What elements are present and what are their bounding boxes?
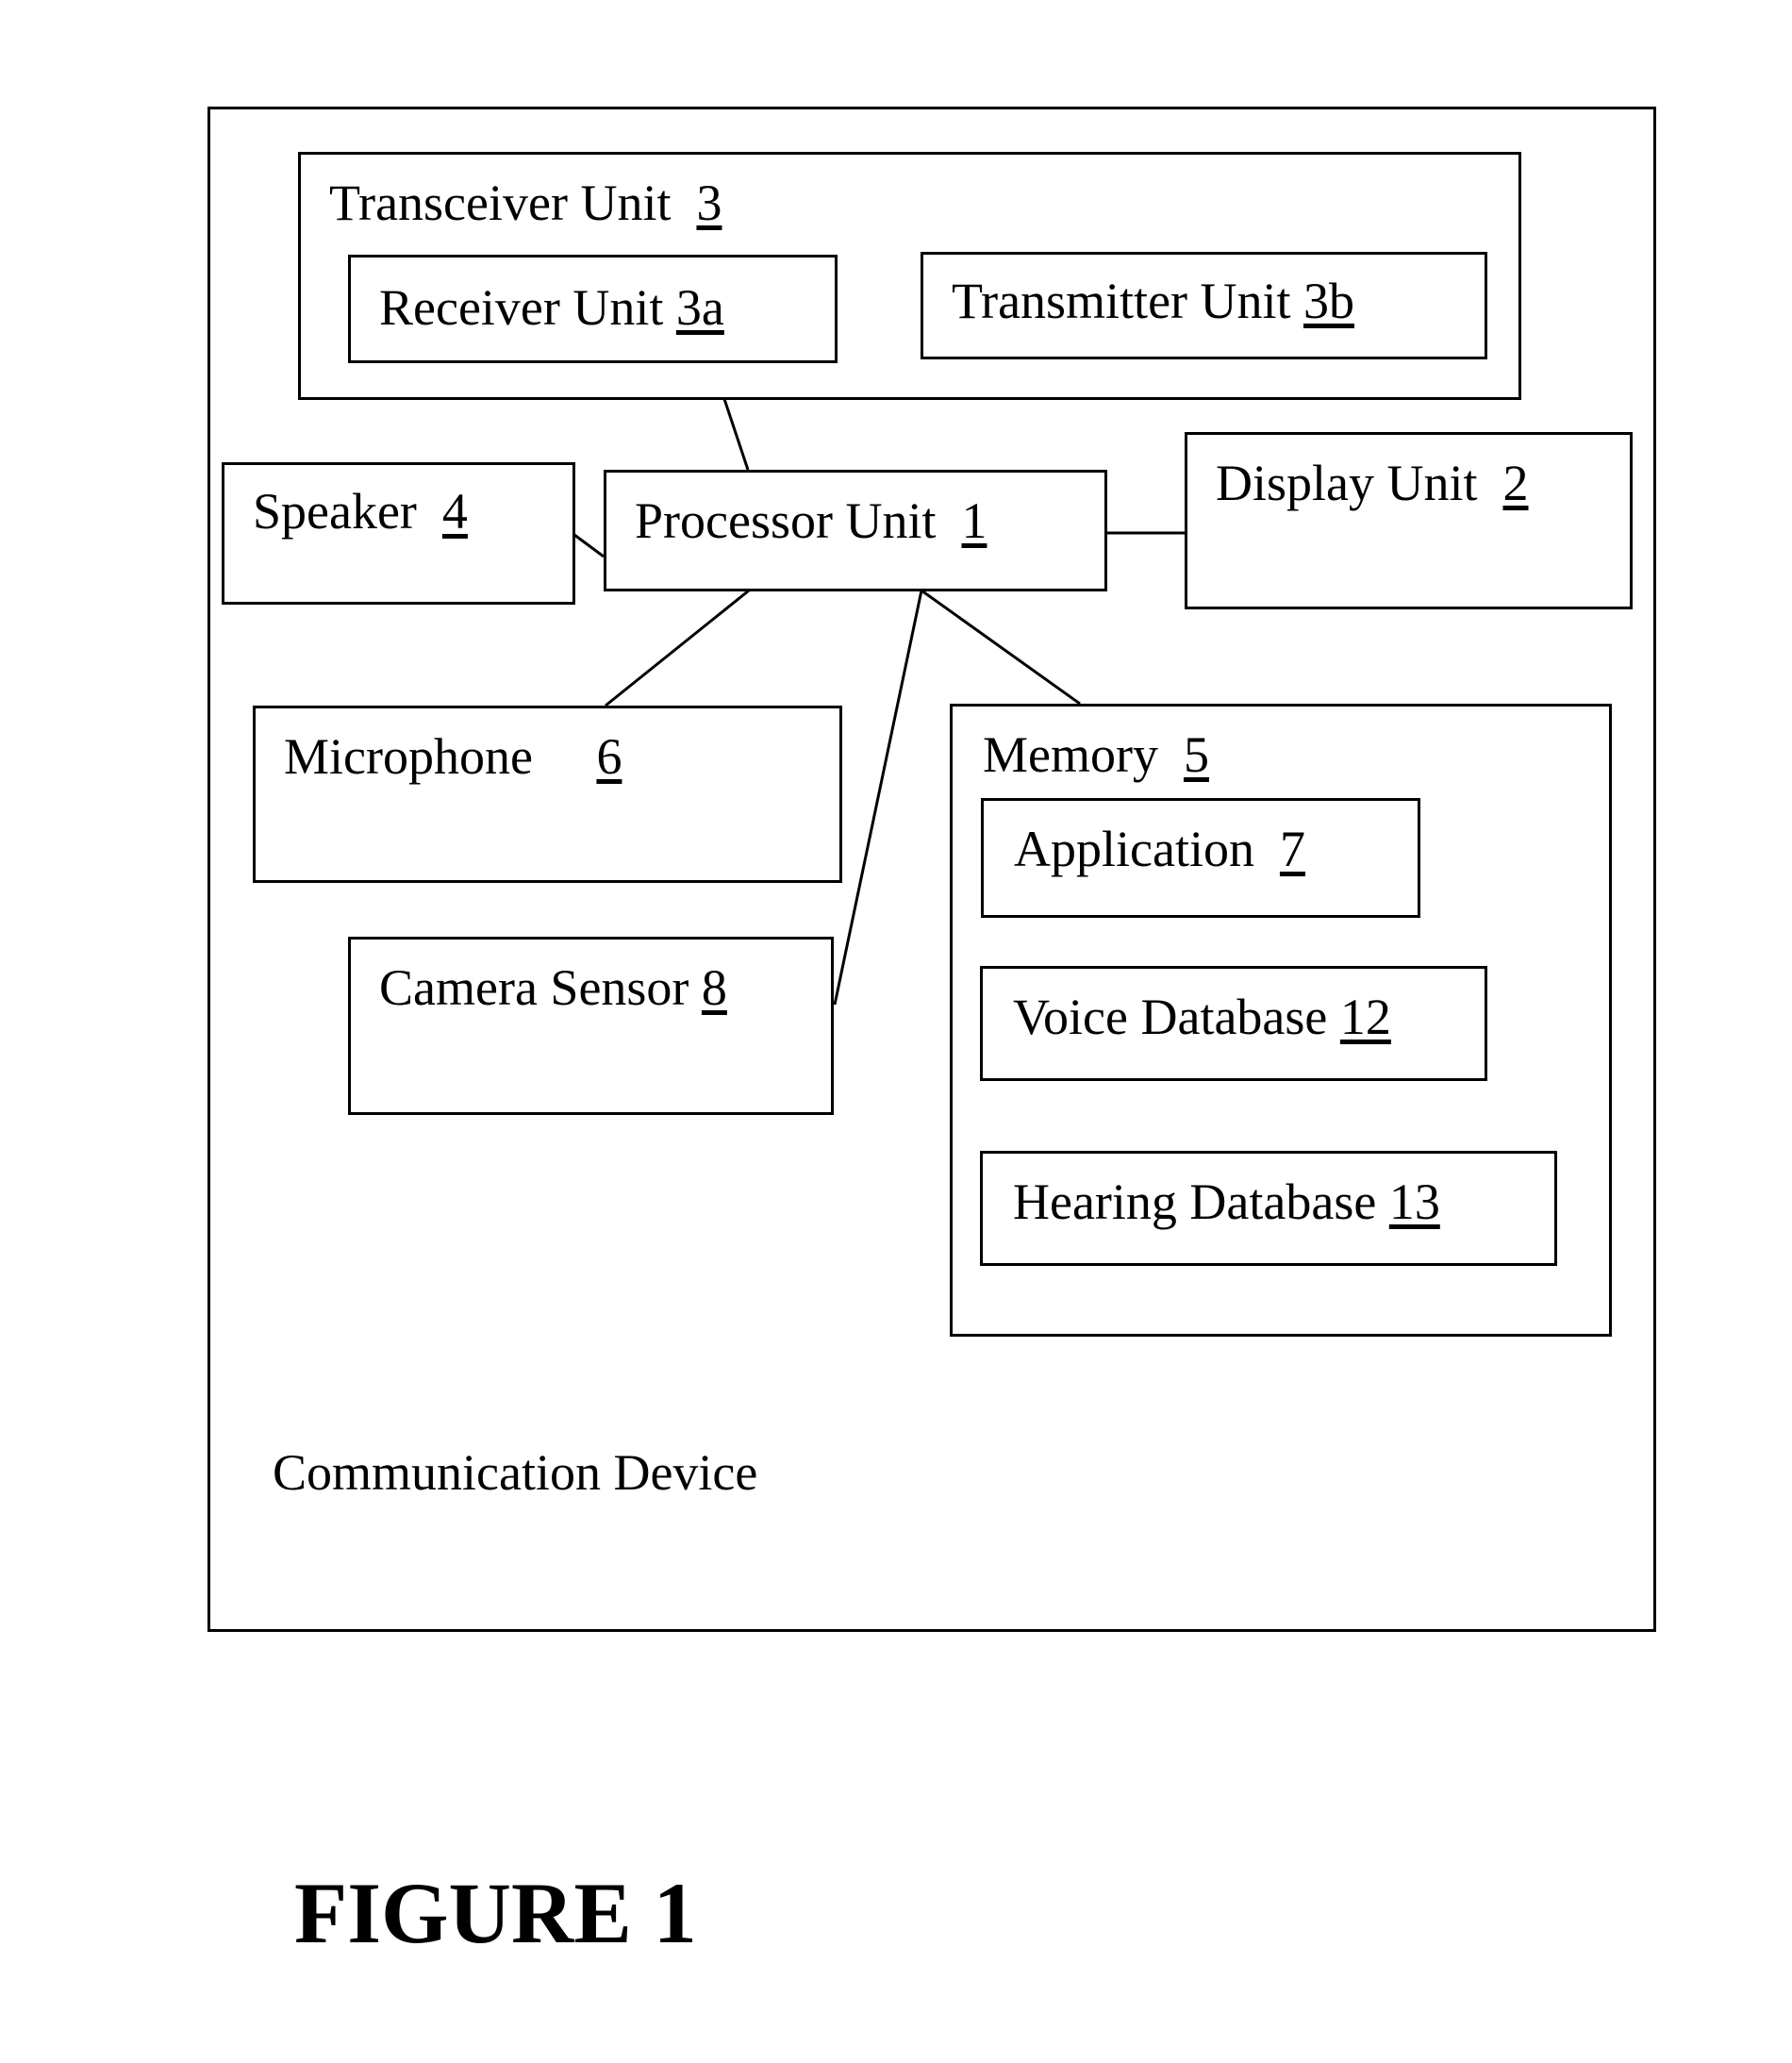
voice-db-label: Voice Database 12 <box>1013 991 1391 1042</box>
application-name: Application <box>1014 821 1254 877</box>
memory-ref: 5 <box>1183 726 1209 783</box>
display-label: Display Unit 2 <box>1216 458 1529 508</box>
microphone-block: Microphone 6 <box>253 706 842 883</box>
memory-label: Memory 5 <box>983 729 1209 780</box>
application-block: Application 7 <box>981 798 1420 918</box>
speaker-name: Speaker <box>253 483 417 540</box>
transceiver-ref: 3 <box>696 175 722 231</box>
speaker-label: Speaker 4 <box>253 486 468 537</box>
hearing-db-name: Hearing Database <box>1013 1173 1377 1230</box>
camera-label: Camera Sensor 8 <box>379 962 727 1013</box>
figure-caption: FIGURE 1 <box>294 1865 697 1961</box>
voice-database-block: Voice Database 12 <box>980 966 1487 1081</box>
transmitter-name: Transmitter Unit <box>952 273 1291 329</box>
transceiver-name: Transceiver Unit <box>329 175 672 231</box>
application-ref: 7 <box>1279 821 1305 877</box>
speaker-ref: 4 <box>441 483 468 540</box>
microphone-name: Microphone <box>284 728 533 785</box>
processor-unit-block: Processor Unit 1 <box>604 470 1107 591</box>
microphone-label: Microphone 6 <box>284 731 622 782</box>
transmitter-label: Transmitter Unit 3b <box>952 275 1354 326</box>
voice-db-name: Voice Database <box>1013 989 1328 1045</box>
display-ref: 2 <box>1502 455 1529 511</box>
receiver-label: Receiver Unit 3a <box>379 282 724 333</box>
display-name: Display Unit <box>1216 455 1478 511</box>
processor-ref: 1 <box>961 492 987 549</box>
camera-ref: 8 <box>701 959 727 1016</box>
receiver-unit-block: Receiver Unit 3a <box>348 255 838 363</box>
transmitter-ref: 3b <box>1303 273 1355 329</box>
hearing-db-label: Hearing Database 13 <box>1013 1176 1440 1227</box>
camera-name: Camera Sensor <box>379 959 689 1016</box>
receiver-ref: 3a <box>675 279 724 336</box>
device-label: Communication Device <box>273 1444 758 1501</box>
memory-name: Memory <box>983 726 1158 783</box>
processor-label: Processor Unit 1 <box>635 495 987 546</box>
processor-name: Processor Unit <box>635 492 937 549</box>
microphone-ref: 6 <box>596 728 622 785</box>
hearing-database-block: Hearing Database 13 <box>980 1151 1557 1266</box>
camera-sensor-block: Camera Sensor 8 <box>348 937 834 1115</box>
speaker-block: Speaker 4 <box>222 462 575 605</box>
transmitter-unit-block: Transmitter Unit 3b <box>921 252 1487 359</box>
hearing-db-ref: 13 <box>1388 1173 1440 1230</box>
application-label: Application 7 <box>1014 824 1305 874</box>
transceiver-label: Transceiver Unit 3 <box>329 177 722 228</box>
voice-db-ref: 12 <box>1339 989 1391 1045</box>
display-unit-block: Display Unit 2 <box>1185 432 1633 609</box>
receiver-name: Receiver Unit <box>379 279 664 336</box>
